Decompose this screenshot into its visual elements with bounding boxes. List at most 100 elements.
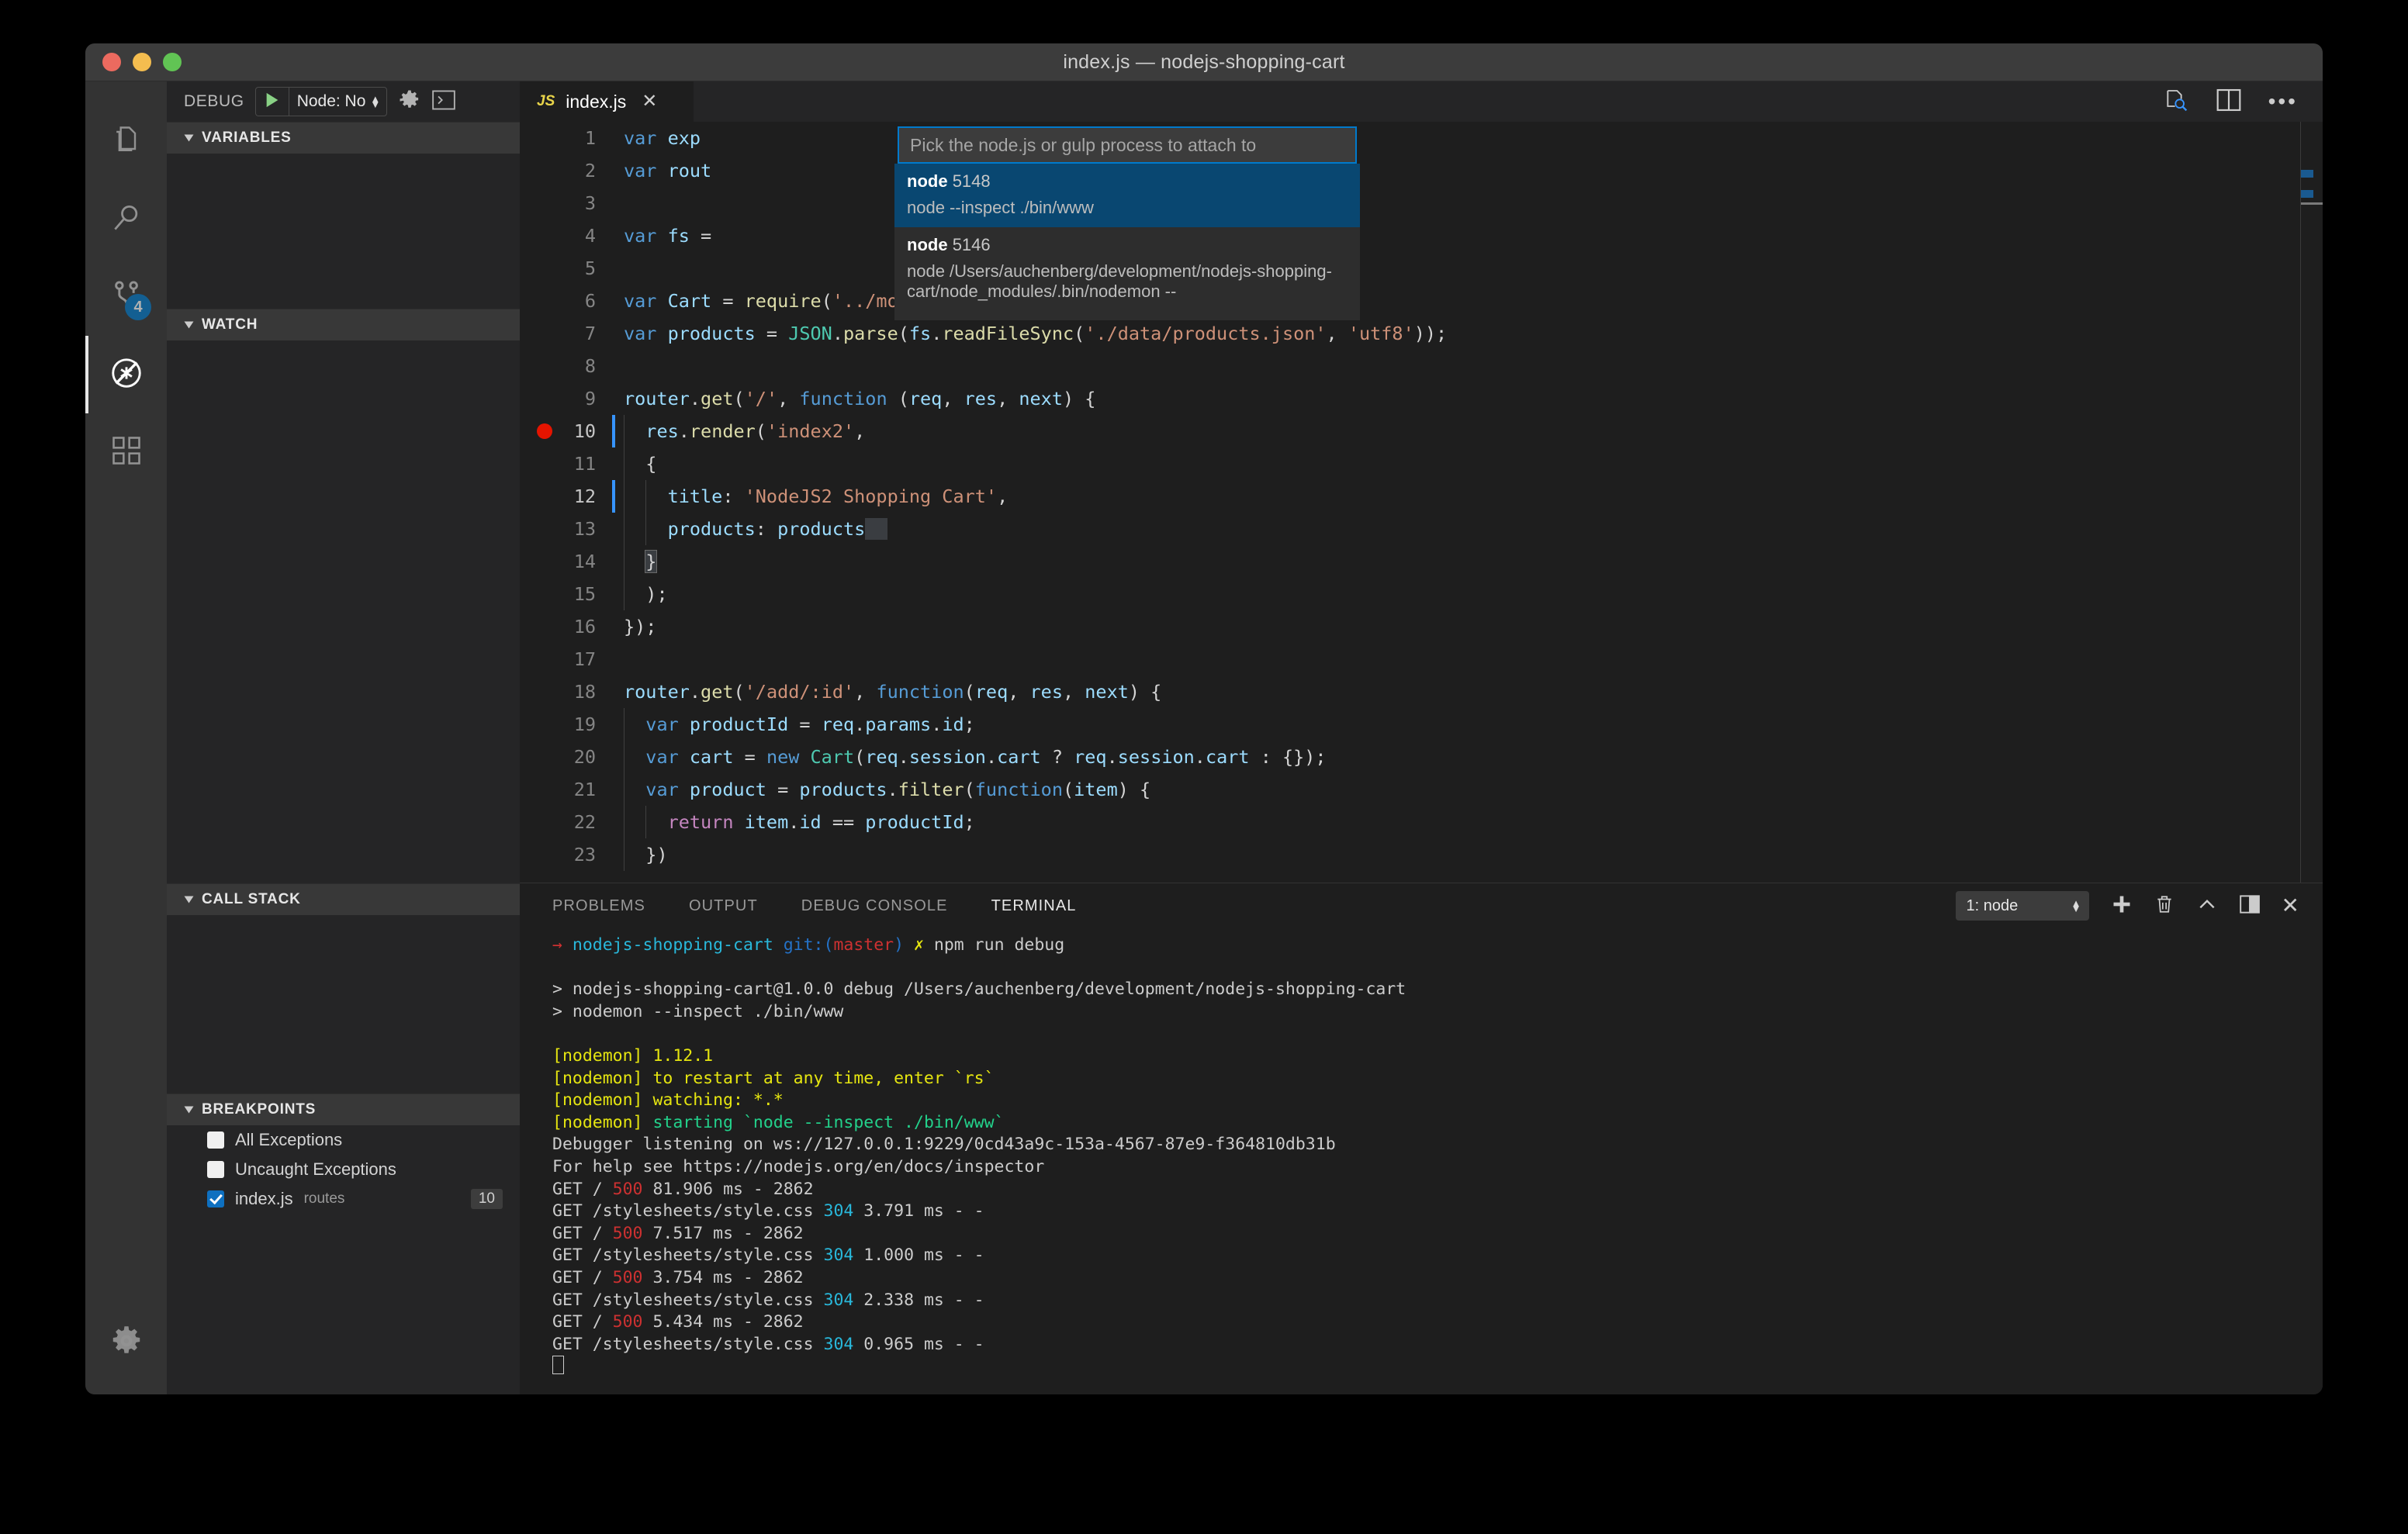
breakpoint-row-uncaught-exceptions[interactable]: Uncaught Exceptions [167, 1155, 520, 1184]
code-token: . [1194, 746, 1206, 768]
code-token: , [1326, 323, 1348, 344]
debug-panel-title: DEBUG [184, 92, 244, 110]
maximize-window-button[interactable] [163, 53, 182, 71]
code-token: res [1029, 681, 1063, 703]
breakpoint-checkbox[interactable] [207, 1190, 224, 1208]
code-token: products [777, 518, 866, 540]
editor-actions: ••• [2163, 81, 2323, 122]
code-token: ; [964, 811, 975, 833]
terminal-text: GET /stylesheets/style.css [552, 1201, 824, 1221]
section-header-breakpoints[interactable]: BREAKPOINTS [167, 1093, 520, 1125]
open-launch-config-button[interactable] [398, 88, 421, 116]
line-number: 21 [573, 779, 596, 800]
activity-explorer[interactable] [85, 103, 167, 181]
code-token: product [689, 779, 766, 800]
title-bar: index.js — nodejs-shopping-cart [85, 43, 2323, 81]
section-label-call-stack: CALL STACK [202, 891, 301, 907]
code-token: : [755, 518, 778, 540]
tab-index-js[interactable]: JS index.js ✕ [520, 81, 694, 122]
split-terminal-icon[interactable] [2239, 894, 2260, 918]
scrollbar-slider[interactable] [2301, 202, 2323, 205]
chevron-down-icon [184, 134, 194, 142]
code-text: var product = products.filter(function(i… [613, 773, 1150, 806]
terminal-line [552, 1356, 2323, 1379]
line-number: 19 [573, 713, 596, 735]
activity-source-control[interactable]: 4 [85, 258, 167, 336]
overview-ruler[interactable] [2300, 122, 2323, 883]
terminal-text: starting `node --inspect ./bin/www` [652, 1112, 1005, 1132]
debug-configuration-select[interactable]: Node: No ▲ ▼ [289, 88, 387, 116]
open-debug-console-button[interactable] [432, 90, 456, 114]
breakpoint-checkbox[interactable] [207, 1131, 224, 1149]
kill-terminal-icon[interactable] [2154, 893, 2174, 919]
code-token: = [733, 746, 766, 768]
line-number: 10 [520, 415, 613, 447]
code-text: products: products [613, 513, 887, 545]
code-token: ( [964, 681, 975, 703]
editor-area: JS index.js ✕ ••• 1 var exp 2 var rout 3… [520, 81, 2323, 1394]
tab-output[interactable]: OUTPUT [689, 897, 758, 915]
quick-pick-item-node-5146[interactable]: node 5146 node /Users/auchenberg/develop… [894, 227, 1360, 311]
quick-pick-item-node-5148[interactable]: node 5148 node --inspect ./bin/www [894, 164, 1360, 227]
split-editor-icon[interactable] [2216, 88, 2242, 116]
start-debugging-button[interactable] [256, 88, 289, 116]
line-number: 16 [573, 616, 596, 637]
tab-problems[interactable]: PROBLEMS [552, 897, 645, 915]
line-number: 6 [584, 290, 596, 312]
quick-pick-input[interactable]: Pick the node.js or gulp process to atta… [898, 126, 1357, 164]
code-text: return item.id == productId; [613, 806, 975, 838]
code-token: session [1117, 746, 1195, 768]
activity-debug[interactable] [85, 336, 167, 413]
code-text: }) [613, 838, 667, 871]
close-panel-icon[interactable]: ✕ [2282, 895, 2299, 917]
terminal-line: GET /stylesheets/style.css 304 1.000 ms … [552, 1245, 2323, 1267]
panel-actions: 1: node ▲ ▼ ✕ [1955, 891, 2323, 921]
quick-pick-item-detail: node --inspect ./bin/www [907, 198, 1094, 217]
code-token: . [931, 713, 943, 735]
tab-debug-console[interactable]: DEBUG CONSOLE [801, 897, 948, 915]
code-token: req [1074, 746, 1107, 768]
code-token: ) { [1062, 388, 1096, 409]
code-editor[interactable]: 1 var exp 2 var rout 3 4 var fs = 5 6 var Cart = … [520, 122, 2323, 883]
code-line: 6var Cart = require('../models/cart'); [520, 285, 2323, 317]
activity-extensions[interactable] [85, 413, 167, 491]
close-window-button[interactable] [102, 53, 121, 71]
close-icon[interactable]: ✕ [642, 92, 657, 111]
new-terminal-icon[interactable] [2111, 893, 2133, 919]
terminal-line: GET /stylesheets/style.css 304 2.338 ms … [552, 1290, 2323, 1312]
breakpoint-checkbox[interactable] [207, 1161, 224, 1178]
terminal-text: GET / [552, 1267, 613, 1287]
code-line: 5 [520, 252, 2323, 285]
activity-search[interactable] [85, 181, 167, 258]
terminal-text: 3.791 ms - - [853, 1201, 984, 1221]
activity-settings[interactable] [85, 1304, 167, 1381]
code-token: return [667, 811, 745, 833]
tab-terminal[interactable]: TERMINAL [991, 897, 1077, 915]
breakpoint-row-index-js[interactable]: index.js routes 10 [167, 1184, 520, 1214]
code-token: '/add/:id' [744, 681, 855, 703]
more-actions-icon[interactable]: ••• [2268, 91, 2298, 112]
section-header-call-stack[interactable]: CALL STACK [167, 883, 520, 915]
breakpoint-row-all-exceptions[interactable]: All Exceptions [167, 1125, 520, 1155]
code-token: function [974, 779, 1063, 800]
code-token: ( [1074, 323, 1085, 344]
quick-pick: Pick the node.js or gulp process to atta… [894, 122, 1360, 320]
breakpoint-line-number: 10 [470, 1189, 503, 1209]
breakpoint-marker[interactable] [537, 423, 552, 439]
terminal-line: GET /stylesheets/style.css 304 0.965 ms … [552, 1334, 2323, 1356]
terminal-text: ) [894, 935, 915, 955]
terminal-output[interactable]: → nodejs-shopping-cart git:(master) ✗ np… [520, 928, 2323, 1394]
minimize-window-button[interactable] [133, 53, 151, 71]
terminal-line: GET / 500 5.434 ms - 2862 [552, 1311, 2323, 1334]
terminal-select[interactable]: 1: node ▲ ▼ [1955, 891, 2089, 921]
section-header-watch[interactable]: WATCH [167, 309, 520, 340]
code-token: function [876, 681, 964, 703]
section-header-variables[interactable]: VARIABLES [167, 122, 520, 154]
code-line: 22 return item.id == productId; [520, 806, 2323, 838]
maximize-panel-icon[interactable] [2196, 894, 2218, 918]
code-line: 8 [520, 350, 2323, 382]
code-token: res [645, 420, 679, 442]
terminal-text: 304 [823, 1201, 854, 1221]
code-token: ) { [1128, 681, 1162, 703]
open-changes-icon[interactable] [2163, 88, 2189, 116]
